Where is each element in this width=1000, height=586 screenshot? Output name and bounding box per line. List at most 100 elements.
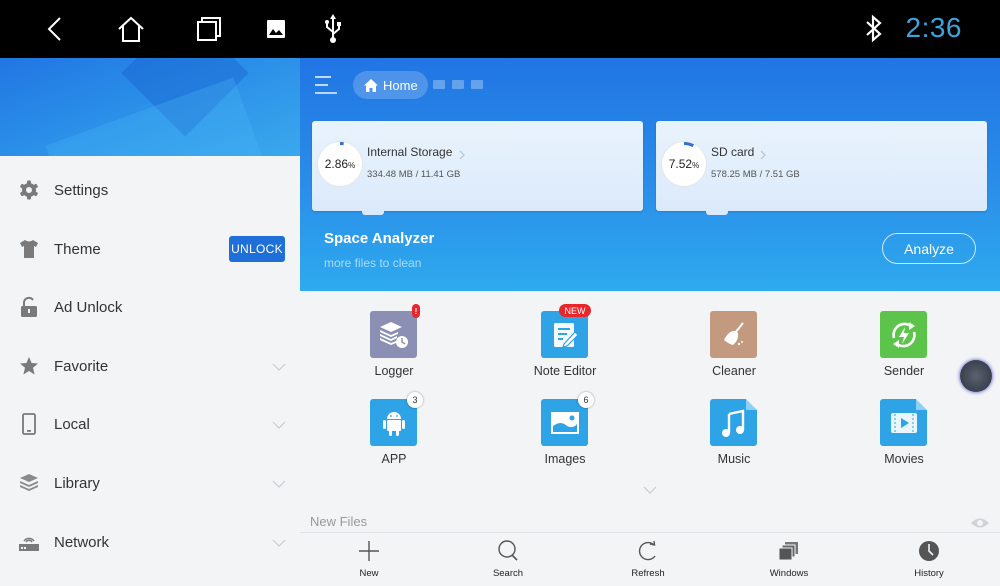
home-icon[interactable] <box>116 14 146 44</box>
movie-icon <box>880 399 927 446</box>
tool-logger[interactable]: ! Logger <box>334 304 454 391</box>
bluetooth-icon <box>862 14 886 44</box>
tool-note-editor[interactable]: NEW Note Editor <box>505 304 625 391</box>
chevron-right-icon <box>759 147 767 160</box>
note-editor-icon: NEW <box>541 304 591 358</box>
sidebar-item-local[interactable]: Local <box>0 395 300 453</box>
breadcrumb-home[interactable]: Home <box>353 71 428 99</box>
phone-icon <box>18 413 40 435</box>
tool-label: Note Editor <box>533 364 597 378</box>
storage-card-internal[interactable]: 2.86% Internal Storage 334.48 MB / 11.41… <box>312 121 643 215</box>
sidebar-item-settings[interactable]: Settings <box>0 161 300 219</box>
tool-label: Sender <box>883 364 925 378</box>
tool-sender[interactable]: Sender <box>844 311 964 391</box>
hero-panel: Home 2.86% Internal Storage 334.48 MB / … <box>300 58 1000 291</box>
music-icon <box>710 399 757 446</box>
sidebar-item-label: Ad Unlock <box>54 298 123 316</box>
sidebar-header <box>0 58 300 156</box>
windows-button[interactable]: Windows <box>739 533 839 586</box>
clock-icon <box>917 539 941 563</box>
tool-label: Cleaner <box>712 364 756 378</box>
breadcrumb-placeholder <box>452 80 464 89</box>
tool-label: Images <box>544 452 586 466</box>
history-button[interactable]: History <box>879 533 979 586</box>
space-analyzer-subtitle: more files to clean <box>324 256 422 270</box>
eye-icon[interactable] <box>970 516 990 528</box>
storage-card-sd[interactable]: 7.52% SD card 578.25 MB / 7.51 GB <box>656 121 987 215</box>
sidebar-item-theme[interactable]: Theme UNLOCK <box>0 220 300 278</box>
breadcrumb-placeholder <box>433 80 445 89</box>
sidebar-item-library[interactable]: Library <box>0 454 300 512</box>
search-button[interactable]: Search <box>458 533 558 586</box>
count-badge: 3 <box>407 392 423 408</box>
tool-label: Music <box>717 452 751 466</box>
sidebar-item-label: Library <box>54 474 100 492</box>
space-analyzer-title: Space Analyzer <box>324 230 435 247</box>
toolbar-label: New <box>359 568 379 579</box>
windows-icon <box>777 539 801 563</box>
gallery-icon[interactable] <box>261 14 291 44</box>
floating-widget[interactable] <box>960 360 992 392</box>
plus-icon <box>357 539 381 563</box>
bottom-toolbar: New Search Refresh Windows History <box>300 532 1000 586</box>
chevron-down-icon[interactable] <box>272 417 286 431</box>
storage-name: Internal Storage <box>367 145 453 159</box>
chevron-down-icon[interactable] <box>272 476 286 490</box>
storage-percent: 2.86 <box>324 157 349 171</box>
gear-icon <box>18 179 40 201</box>
count-badge: 6 <box>578 392 594 408</box>
new-files-label: New Files <box>310 514 368 529</box>
router-icon <box>18 531 40 553</box>
back-icon[interactable] <box>40 14 70 44</box>
toolbar-label: History <box>914 568 944 579</box>
broom-icon <box>710 311 757 358</box>
toolbar-label: Windows <box>769 568 809 579</box>
chevron-down-icon[interactable] <box>272 535 286 549</box>
new-button[interactable]: New <box>319 533 419 586</box>
sidebar: Settings Theme UNLOCK Ad Unlock Favorite… <box>0 58 300 586</box>
storage-percent: 7.52 <box>668 157 693 171</box>
refresh-icon <box>636 539 660 563</box>
recents-icon[interactable] <box>194 14 224 44</box>
main-panel: Home 2.86% Internal Storage 334.48 MB / … <box>300 58 1000 586</box>
refresh-button[interactable]: Refresh <box>598 533 698 586</box>
tool-label: APP <box>381 452 407 466</box>
sender-icon <box>880 311 927 358</box>
storage-gauge: 2.86% <box>318 142 362 186</box>
unlock-button[interactable]: UNLOCK <box>229 236 285 262</box>
tool-music[interactable]: Music <box>674 399 794 479</box>
analyze-button[interactable]: Analyze <box>882 233 976 264</box>
home-icon <box>364 78 378 92</box>
sidebar-item-favorite[interactable]: Favorite <box>0 337 300 395</box>
tool-app[interactable]: 3 APP <box>334 392 454 479</box>
tool-cleaner[interactable]: Cleaner <box>674 311 794 391</box>
clock: 2:36 <box>905 12 962 43</box>
tshirt-icon <box>18 238 40 260</box>
expand-chevron-icon[interactable] <box>643 482 657 494</box>
new-badge: NEW <box>559 304 591 317</box>
sidebar-item-network[interactable]: Network <box>0 513 300 571</box>
star-icon <box>18 355 40 377</box>
sidebar-item-label: Local <box>54 415 90 433</box>
storage-usage: 578.25 MB / 7.51 GB <box>711 169 800 180</box>
logger-icon: ! <box>370 304 420 358</box>
sidebar-item-label: Settings <box>54 181 109 199</box>
storage-name: SD card <box>711 145 755 159</box>
android-icon: 3 <box>370 392 423 446</box>
tool-movies[interactable]: Movies <box>844 399 964 479</box>
tool-label: Movies <box>884 452 924 466</box>
storage-gauge: 7.52% <box>662 142 706 186</box>
chevron-down-icon[interactable] <box>272 359 286 373</box>
breadcrumb-placeholder <box>471 80 483 89</box>
unlock-icon <box>18 296 40 318</box>
usb-icon <box>318 14 348 44</box>
toolbar-label: Search <box>492 568 524 579</box>
image-icon: 6 <box>541 392 594 446</box>
sidebar-item-ad-unlock[interactable]: Ad Unlock <box>0 278 300 336</box>
menu-icon[interactable] <box>314 74 338 96</box>
tool-images[interactable]: 6 Images <box>505 392 625 479</box>
toolbar-label: Refresh <box>631 568 665 579</box>
status-bar: 2:36 <box>0 0 1000 58</box>
sidebar-item-label: Network <box>54 533 110 551</box>
tool-label: Logger <box>374 364 414 378</box>
